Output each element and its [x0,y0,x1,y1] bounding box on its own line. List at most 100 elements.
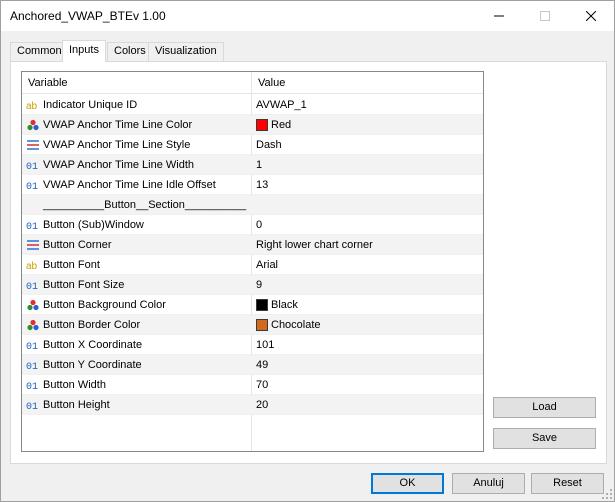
value-cell[interactable]: Right lower chart corner [256,235,481,255]
variable-label: VWAP Anchor Time Line Color [43,119,193,131]
value-cell[interactable]: 0 [256,215,481,235]
value-cell[interactable]: 20 [256,395,481,415]
value-label: 49 [256,359,269,371]
value-label: Chocolate [271,319,321,331]
color-swatch [256,119,268,131]
variable-label: VWAP Anchor Time Line Style [43,139,191,151]
ok-button[interactable]: OK [371,473,444,494]
value-label: Red [271,119,292,131]
tab-colors[interactable]: Colors [107,42,153,61]
value-label: 9 [256,279,263,291]
value-cell[interactable]: 49 [256,355,481,375]
table-row[interactable]: 01 Button Font Size 9 [22,275,483,295]
tab-common[interactable]: Common [10,42,69,61]
table-row[interactable]: Button Background Color Black [22,295,483,315]
value-cell[interactable]: Chocolate [256,315,481,335]
integer-icon: 01 [25,397,41,413]
table-row[interactable]: 01 Button Y Coordinate 49 [22,355,483,375]
variable-cell: 01 Button Width [25,375,250,395]
table-row[interactable]: 01 Button X Coordinate 101 [22,335,483,355]
table-row[interactable]: 01 Button (Sub)Window 0 [22,215,483,235]
minimize-icon[interactable] [476,1,522,31]
variable-label: Button Border Color [43,319,141,331]
grid-header: Variable Value [22,72,483,94]
value-label: Right lower chart corner [256,239,373,251]
svg-text:01: 01 [26,342,38,351]
color-icon [25,317,41,333]
value-cell[interactable]: 9 [256,275,481,295]
variable-label: Button Background Color [43,299,166,311]
resize-grip-icon[interactable] [602,489,612,499]
svg-text:01: 01 [26,222,38,231]
table-row[interactable]: ab Button Font Arial [22,255,483,275]
integer-icon: 01 [25,377,41,393]
value-label: 13 [256,179,269,191]
value-label: Dash [256,139,282,151]
string-icon: ab [25,97,41,113]
table-row[interactable]: Button Border Color Chocolate [22,315,483,335]
load-button[interactable]: Load [493,397,596,418]
enum-icon [25,237,41,253]
value-label: Black [271,299,298,311]
integer-icon: 01 [25,337,41,353]
variable-cell: VWAP Anchor Time Line Style [25,135,250,155]
table-row[interactable]: __________Button__Section__________ [22,195,483,215]
integer-icon: 01 [25,357,41,373]
value-cell[interactable]: Red [256,115,481,135]
variable-label: Button X Coordinate [43,339,143,351]
value-label: 0 [256,219,263,231]
variable-label: Button (Sub)Window [43,219,144,231]
table-row[interactable]: ab Indicator Unique ID AVWAP_1 [22,95,483,115]
value-cell[interactable]: 101 [256,335,481,355]
value-cell[interactable]: AVWAP_1 [256,95,481,115]
table-row[interactable]: VWAP Anchor Time Line Style Dash [22,135,483,155]
dialog-window: Anchored_VWAP_BTEv 1.00 Common Inputs Co… [0,0,615,502]
variable-label: Button Font Size [43,279,125,291]
svg-text:01: 01 [26,182,38,191]
value-label: 1 [256,159,263,171]
grid-rows: ab Indicator Unique ID AVWAP_1 VWAP Anchor … [22,95,483,415]
reset-button[interactable]: Reset [531,473,604,494]
column-header-variable[interactable]: Variable [28,77,68,89]
value-cell[interactable] [256,195,481,215]
variable-label: Indicator Unique ID [43,99,138,111]
integer-icon: 01 [25,157,41,173]
string-icon: ab [25,257,41,273]
table-row[interactable]: VWAP Anchor Time Line Color Red [22,115,483,135]
value-cell[interactable]: Black [256,295,481,315]
variable-cell: 01 Button (Sub)Window [25,215,250,235]
integer-icon: 01 [25,177,41,193]
close-icon[interactable] [568,1,614,31]
save-button[interactable]: Save [493,428,596,449]
svg-text:ab: ab [26,101,38,111]
enum-icon [25,137,41,153]
value-cell[interactable]: 1 [256,155,481,175]
variable-cell: VWAP Anchor Time Line Color [25,115,250,135]
value-label: Arial [256,259,279,271]
blank-icon [25,197,41,213]
variable-label: Button Width [43,379,106,391]
column-header-value[interactable]: Value [258,77,285,89]
table-row[interactable]: 01 VWAP Anchor Time Line Width 1 [22,155,483,175]
value-cell[interactable]: Dash [256,135,481,155]
value-label: 101 [256,339,275,351]
inputs-grid: Variable Value ab Indicator Unique ID AVWA… [21,71,484,452]
title-bar[interactable]: Anchored_VWAP_BTEv 1.00 [1,1,614,31]
table-row[interactable]: 01 Button Width 70 [22,375,483,395]
cancel-button[interactable]: Anuluj [452,473,525,494]
maximize-icon [522,1,568,31]
tab-inputs[interactable]: Inputs [62,40,106,62]
value-cell[interactable]: Arial [256,255,481,275]
table-row[interactable]: 01 Button Height 20 [22,395,483,415]
variable-cell: 01 Button Height [25,395,250,415]
table-row[interactable]: Button Corner Right lower chart corner [22,235,483,255]
value-cell[interactable]: 13 [256,175,481,195]
svg-text:ab: ab [26,261,38,271]
svg-text:01: 01 [26,282,38,291]
variable-cell: Button Corner [25,235,250,255]
value-cell[interactable]: 70 [256,375,481,395]
table-row[interactable]: 01 VWAP Anchor Time Line Idle Offset 13 [22,175,483,195]
variable-label: Button Y Coordinate [43,359,142,371]
tab-visualization[interactable]: Visualization [148,42,224,61]
variable-cell: 01 VWAP Anchor Time Line Idle Offset [25,175,250,195]
